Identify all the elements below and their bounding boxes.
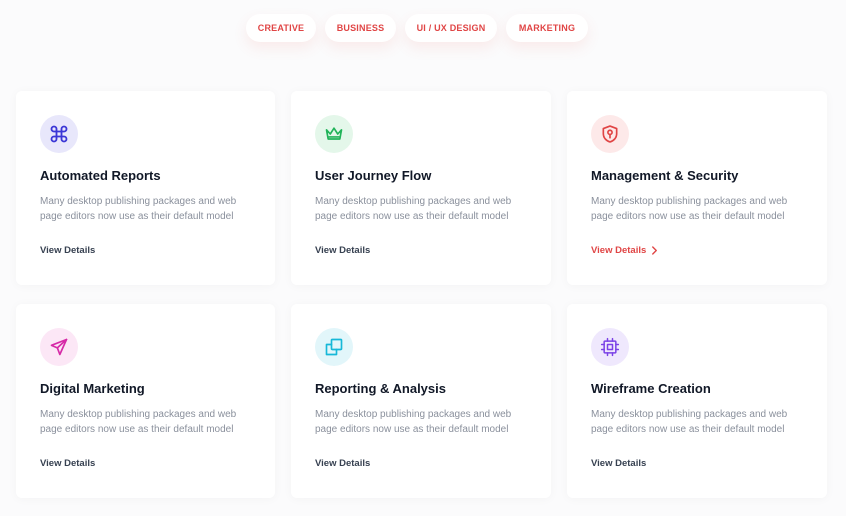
icon-badge <box>40 115 78 153</box>
icon-badge <box>315 115 353 153</box>
view-details-link[interactable]: View Details <box>40 245 95 256</box>
icon-badge <box>591 115 629 153</box>
category-tabs: CREATIVE BUSINESS UI / UX DESIGN MARKETI… <box>246 14 588 42</box>
link-label: View Details <box>40 458 96 469</box>
chevron-right-icon <box>652 246 658 255</box>
copy-icon <box>325 338 343 356</box>
card-description: Many desktop publishing packages and web… <box>591 196 788 222</box>
command-icon <box>50 125 68 143</box>
card-title: Reporting & Analysis <box>315 381 446 396</box>
services-grid: Automated Reports Many desktop publishin… <box>16 91 827 498</box>
card-title: Automated Reports <box>40 168 161 183</box>
view-details-link[interactable]: View Details <box>315 458 370 469</box>
view-details-link[interactable]: View Details <box>315 245 370 256</box>
shield-lock-icon <box>602 125 618 143</box>
service-card-user-journey-flow: User Journey Flow Many desktop publishin… <box>291 91 551 285</box>
card-title: User Journey Flow <box>315 168 432 183</box>
tab-marketing[interactable]: MARKETING <box>506 14 588 42</box>
card-description: Many desktop publishing packages and web… <box>591 409 788 435</box>
service-card-wireframe-creation: Wireframe Creation Many desktop publishi… <box>567 304 827 498</box>
icon-badge <box>315 328 353 366</box>
cpu-icon <box>600 337 620 357</box>
service-card-reporting-analysis: Reporting & Analysis Many desktop publis… <box>291 304 551 498</box>
card-title: Management & Security <box>591 168 739 183</box>
tab-creative[interactable]: CREATIVE <box>246 14 316 42</box>
icon-badge <box>40 328 78 366</box>
view-details-link[interactable]: View Details <box>591 458 646 469</box>
link-label: View Details <box>591 458 647 469</box>
service-card-automated-reports: Automated Reports Many desktop publishin… <box>16 91 275 285</box>
link-label: View Details <box>315 458 371 469</box>
link-label: View Details <box>40 245 96 256</box>
icon-badge <box>591 328 629 366</box>
send-icon <box>50 338 68 356</box>
service-card-management-security: Management & Security Many desktop publi… <box>567 91 827 285</box>
link-label: View Details <box>315 245 371 256</box>
card-description: Many desktop publishing packages and web… <box>40 409 237 435</box>
card-description: Many desktop publishing packages and web… <box>315 196 512 222</box>
view-details-link[interactable]: View Details <box>40 458 95 469</box>
service-card-digital-marketing: Digital Marketing Many desktop publishin… <box>16 304 275 498</box>
crown-icon <box>325 127 343 140</box>
card-title: Digital Marketing <box>40 381 145 396</box>
link-label: View Details <box>591 245 647 256</box>
view-details-link[interactable]: View Details <box>591 245 658 256</box>
card-title: Wireframe Creation <box>591 381 711 396</box>
tab-ui-ux-design[interactable]: UI / UX DESIGN <box>405 14 497 42</box>
tab-business[interactable]: BUSINESS <box>325 14 396 42</box>
card-description: Many desktop publishing packages and web… <box>40 196 237 222</box>
card-description: Many desktop publishing packages and web… <box>315 409 512 435</box>
